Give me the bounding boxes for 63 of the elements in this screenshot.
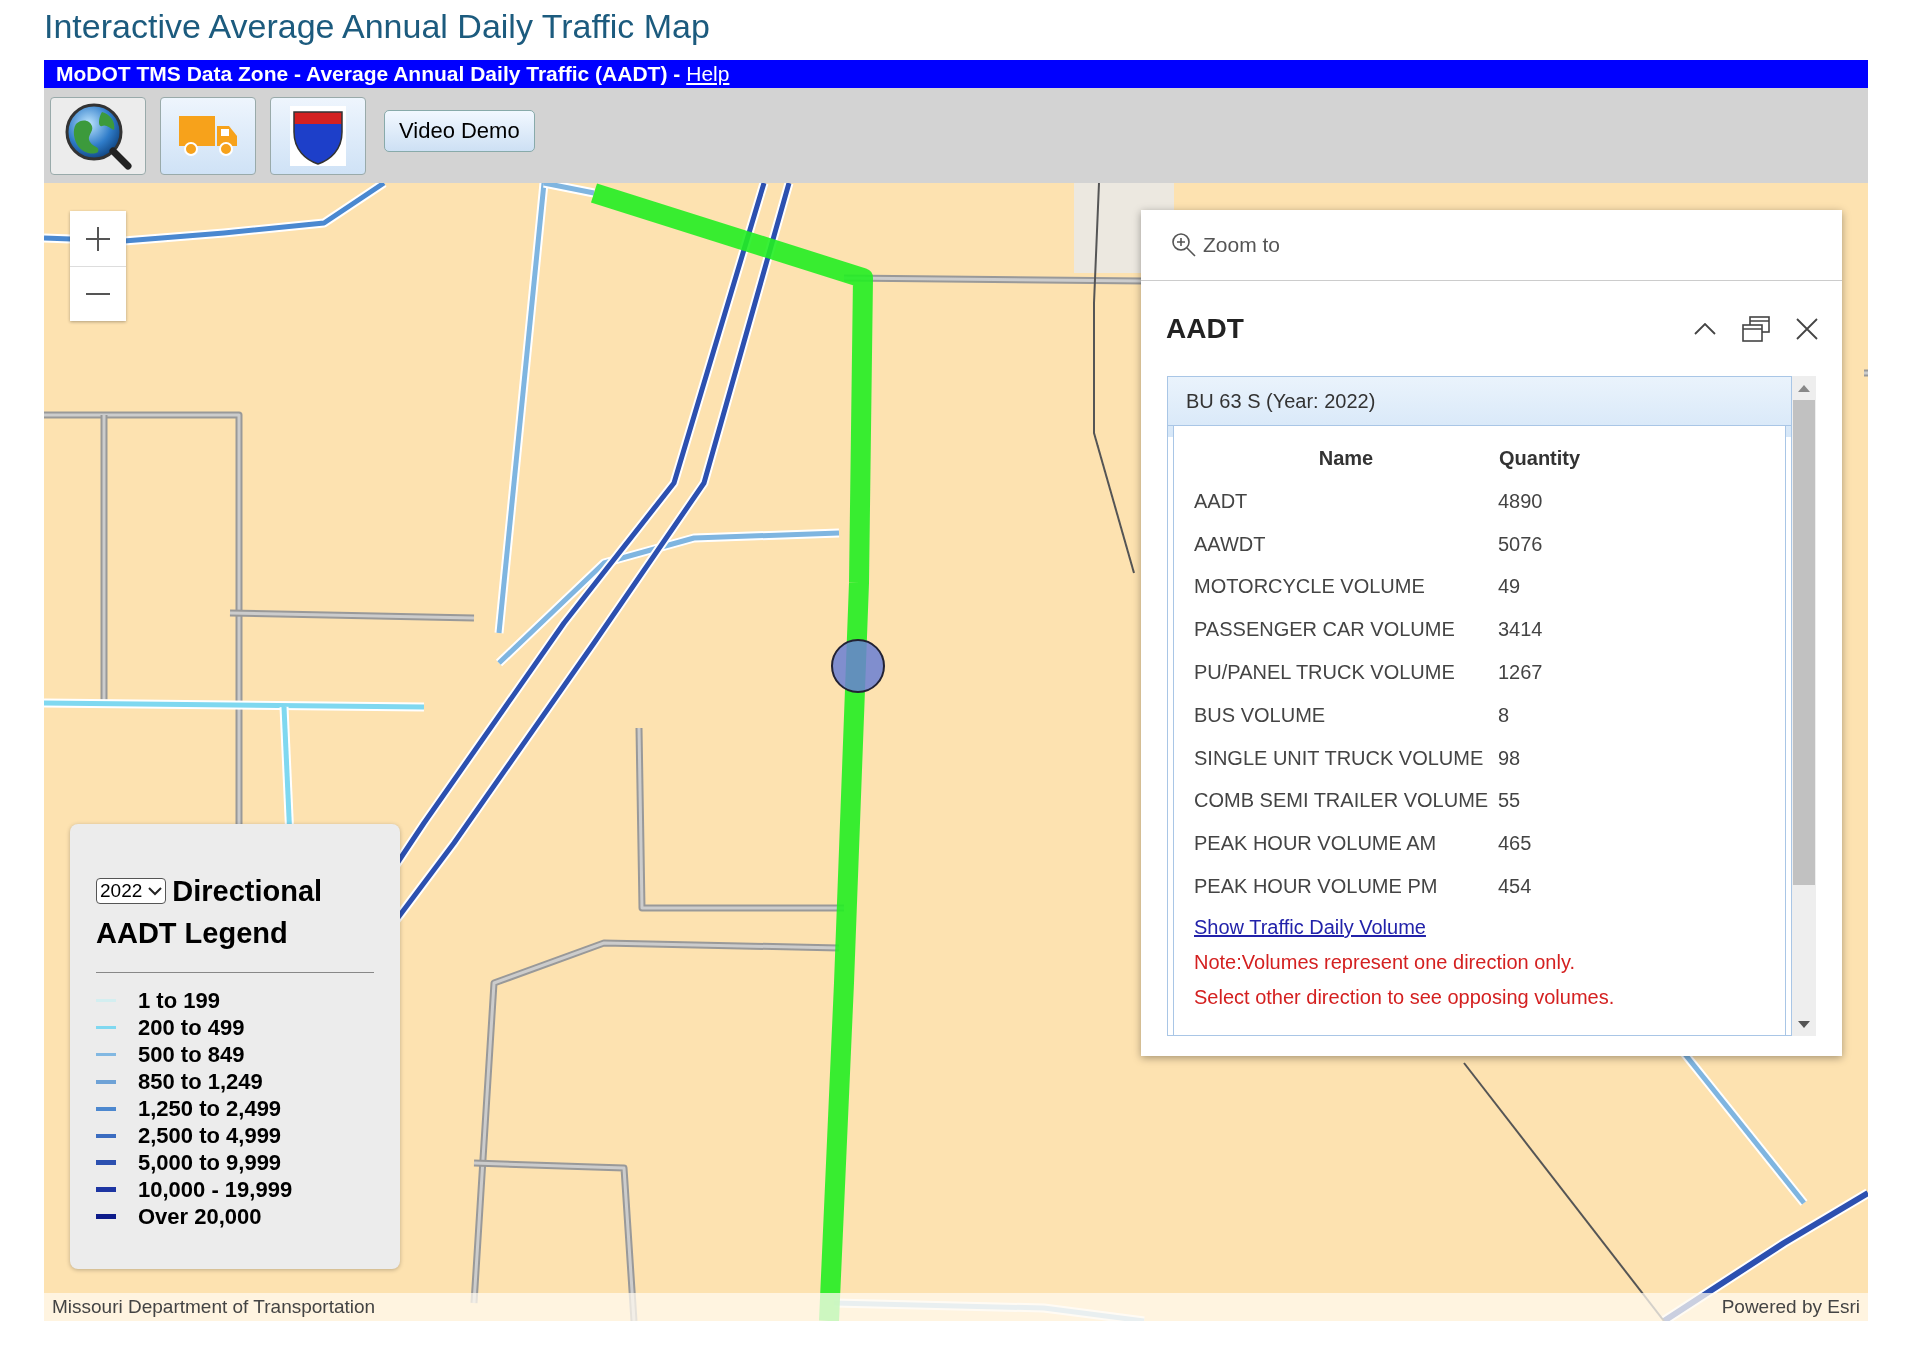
- minus-icon: [85, 292, 111, 296]
- zoom-to-button[interactable]: Zoom to: [1171, 232, 1281, 258]
- globe-search-button[interactable]: [50, 96, 146, 175]
- zoom-in-button[interactable]: [70, 211, 126, 266]
- table-cell-text: 454: [1498, 874, 1533, 900]
- legend-label: 1 to 199: [138, 987, 220, 1014]
- video-demo-button[interactable]: Video Demo: [384, 109, 535, 152]
- legend-label: 10,000 - 19,999: [138, 1176, 293, 1203]
- legend-label: 850 to 1,249: [138, 1068, 263, 1095]
- legend-title: AADT Legend: [96, 916, 288, 951]
- table-cell: PEAK HOUR VOLUME AM: [1194, 822, 1498, 866]
- table-cell-text: 4890: [1498, 488, 1544, 514]
- scrollbar[interactable]: [1792, 376, 1816, 1036]
- highway-shield-icon: [290, 105, 346, 166]
- legend-label: 1,250 to 2,499: [138, 1095, 282, 1122]
- legend-label: Over 20,000: [138, 1203, 262, 1230]
- table-cell: MOTORCYCLE VOLUME: [1194, 565, 1498, 609]
- table-cell-text: 98: [1498, 745, 1522, 771]
- table-cell: PASSENGER CAR VOLUME: [1194, 608, 1498, 652]
- table-cell: PEAK HOUR VOLUME PM: [1194, 865, 1498, 908]
- table-cell-text: 5076: [1498, 531, 1544, 557]
- table-cell: AAWDT: [1194, 522, 1498, 566]
- table-cell-text: 1267: [1498, 660, 1544, 686]
- attribution-text: Missouri Department of Transportation: [52, 1296, 376, 1318]
- page-title: Interactive Average Annual Daily Traffic Map: [44, 6, 710, 46]
- table-cell-text: 465: [1498, 831, 1533, 857]
- column-header: Quantity: [1498, 445, 1582, 471]
- close-icon: [1796, 317, 1818, 340]
- table-cell-text: 55: [1498, 788, 1522, 814]
- legend-label: 2,500 to 4,999: [138, 1122, 282, 1149]
- zoom-in-icon: [1171, 232, 1197, 258]
- legend-label: 5,000 to 9,999: [138, 1149, 282, 1176]
- scroll-down-icon[interactable]: [1798, 1020, 1810, 1028]
- help-link[interactable]: Help: [686, 62, 730, 85]
- traffic-volume-link[interactable]: Show Traffic Daily Volume: [1194, 915, 1426, 939]
- table-cell: BUS VOLUME: [1194, 694, 1498, 737]
- dock-button[interactable]: [1742, 315, 1770, 342]
- table-cell-text: 8: [1498, 702, 1511, 728]
- column-header: Name: [1317, 445, 1375, 471]
- popup-title: AADT: [1166, 312, 1245, 345]
- chevron-up-icon: [1694, 322, 1716, 335]
- table-cell-text: 3414: [1498, 617, 1544, 643]
- collapse-button[interactable]: [1694, 322, 1716, 335]
- attribution-text: Powered by Esri: [1721, 1296, 1860, 1318]
- table-cell-text: 49: [1498, 574, 1522, 600]
- year-dropdown[interactable]: 2022: [96, 878, 167, 904]
- note-text: Select other direction to see opposing volumes.: [1194, 985, 1616, 1009]
- note-text: Note:Volumes represent one direction only.: [1194, 950, 1576, 974]
- close-button[interactable]: [1796, 317, 1818, 340]
- scroll-up-icon[interactable]: [1798, 384, 1810, 392]
- chevron-down-icon: [148, 886, 163, 896]
- legend-label: 200 to 499: [138, 1014, 245, 1041]
- table-cell: COMB SEMI TRAILER VOLUME: [1194, 779, 1498, 823]
- table-cell: AADT: [1194, 480, 1498, 523]
- legend-title: Directional: [172, 874, 323, 909]
- highway-shield-button[interactable]: [270, 96, 366, 175]
- table-cell-text: PU/PANEL TRUCK VOLUME: [1194, 660, 1456, 686]
- plus-icon: [85, 225, 111, 252]
- app-title: MoDOT TMS Data Zone - Average Annual Daily Traffic (AADT) -: [56, 62, 681, 85]
- windows-icon: [1742, 315, 1770, 342]
- truck-icon: [177, 113, 239, 158]
- legend-label: 500 to 849: [138, 1041, 245, 1068]
- table-cell: SINGLE UNIT TRUCK VOLUME: [1194, 736, 1498, 780]
